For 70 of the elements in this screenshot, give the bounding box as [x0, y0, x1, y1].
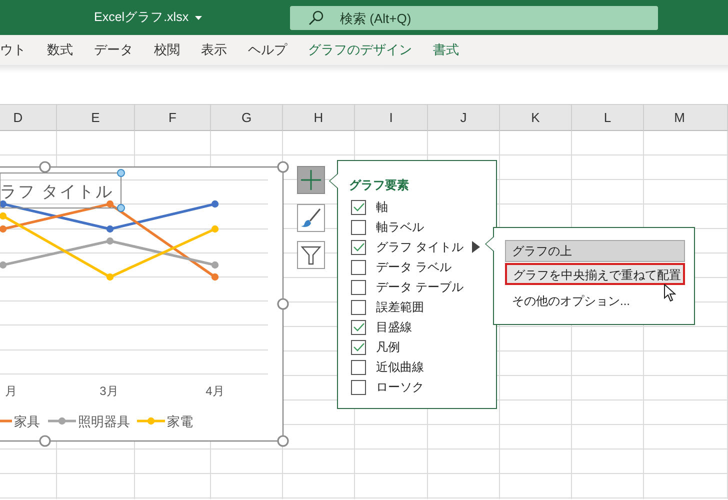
mouse-pointer-icon — [664, 284, 676, 302]
resize-handle — [39, 161, 51, 173]
resize-handle — [277, 161, 289, 173]
title-handle — [117, 169, 125, 177]
column-header: K — [500, 105, 572, 131]
caret-icon[interactable] — [194, 16, 202, 20]
axis-label: 4月 — [206, 384, 224, 398]
legend-label: 照明器具 — [78, 414, 130, 429]
search-icon — [308, 10, 324, 26]
ribbon-tab[interactable]: 校閲 — [154, 40, 180, 60]
filter-icon — [300, 244, 322, 266]
column-header: E — [57, 105, 135, 131]
chart-title: ラフ タイトル — [0, 183, 114, 201]
option-label[interactable]: 近似曲線 — [376, 358, 424, 376]
column-header: L — [572, 105, 644, 131]
ribbon-tab[interactable]: ヘルプ — [248, 40, 287, 60]
option-label[interactable]: 目盛線 — [376, 318, 412, 336]
ribbon-tab[interactable]: ウト — [0, 40, 26, 60]
checkbox[interactable] — [351, 320, 366, 334]
resize-handle — [277, 435, 289, 447]
legend-key-icon — [48, 417, 76, 425]
option-label[interactable]: 凡例 — [376, 338, 400, 356]
ribbon-tab[interactable]: 表示 — [201, 40, 227, 60]
option-label[interactable]: 軸 — [376, 198, 388, 216]
brush-icon — [300, 207, 322, 229]
resize-handle — [39, 435, 51, 447]
resize-handle — [277, 298, 289, 310]
panel-title: グラフ要素 — [349, 177, 409, 194]
option-label[interactable]: グラフ タイトル — [376, 238, 464, 256]
title-handle — [117, 204, 125, 212]
checkbox[interactable] — [351, 220, 366, 234]
checkbox[interactable] — [351, 260, 366, 274]
ribbon-tab[interactable]: 数式 — [47, 40, 73, 60]
menu-item[interactable]: その他のオプション... — [505, 290, 685, 312]
option-label[interactable]: データ ラベル — [376, 258, 452, 276]
option-label[interactable]: 誤差範囲 — [376, 298, 424, 316]
search-field[interactable]: 検索 (Alt+Q) — [290, 6, 658, 30]
checkbox[interactable] — [351, 240, 366, 254]
chart-styles-button[interactable] — [297, 204, 325, 232]
option-label[interactable]: 軸ラベル — [376, 218, 424, 236]
submenu-arrow-icon[interactable] — [472, 241, 480, 253]
checkbox[interactable] — [351, 200, 366, 214]
axis-label: 月 — [5, 384, 17, 398]
column-header: I — [355, 105, 428, 131]
option-label[interactable]: データ テーブル — [376, 278, 464, 296]
axis-label: 3月 — [100, 384, 118, 398]
legend-label: 家電 — [167, 414, 193, 429]
ribbon-tab[interactable]: 書式 — [433, 40, 459, 60]
legend-key-icon — [137, 417, 165, 425]
legend-key-icon — [0, 420, 12, 422]
chart-filter-button[interactable] — [297, 241, 325, 269]
menu-item[interactable]: グラフを中央揃えで重ねて配置 — [505, 263, 685, 285]
plus-icon — [300, 169, 322, 191]
option-label[interactable]: ローソク — [376, 378, 424, 396]
checkbox[interactable] — [351, 360, 366, 374]
file-name: Excelグラフ.xlsx — [94, 9, 189, 26]
checkbox[interactable] — [351, 280, 366, 294]
legend-label: 家具 — [14, 414, 40, 429]
column-header: G — [211, 105, 283, 131]
column-header: J — [428, 105, 500, 131]
ribbon-tab[interactable]: データ — [94, 40, 133, 60]
column-header: F — [135, 105, 211, 131]
checkbox[interactable] — [351, 300, 366, 314]
menu-item[interactable]: グラフの上 — [505, 240, 685, 262]
column-header: H — [283, 105, 355, 131]
column-header: D — [0, 105, 57, 131]
checkbox[interactable] — [351, 380, 366, 394]
column-header: M — [644, 105, 728, 131]
ribbon-tab[interactable]: グラフのデザイン — [308, 40, 412, 60]
checkbox[interactable] — [351, 340, 366, 354]
